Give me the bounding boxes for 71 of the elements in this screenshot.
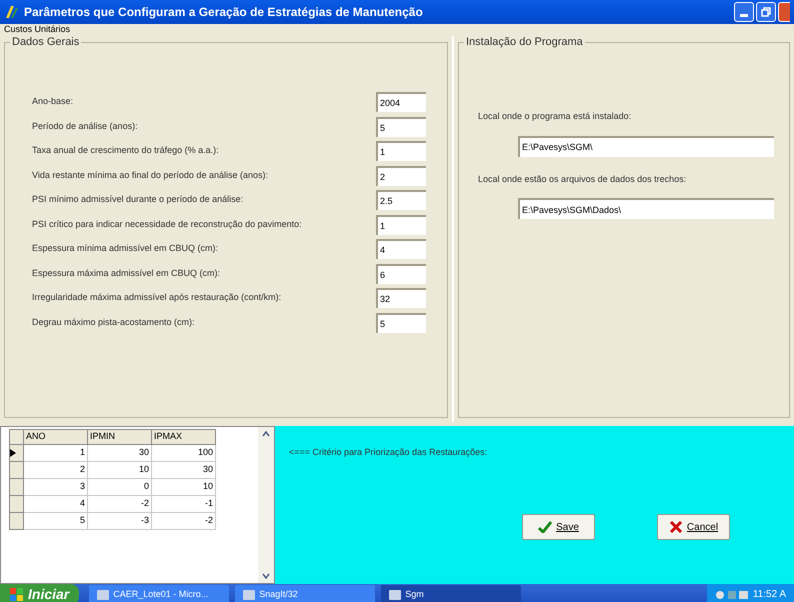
table-cell: -3 bbox=[88, 512, 152, 530]
cross-icon bbox=[668, 521, 683, 533]
input-field[interactable]: 2.5 bbox=[376, 190, 426, 210]
input-field[interactable]: 32 bbox=[376, 288, 426, 308]
taskbar-button[interactable]: Sgm bbox=[381, 585, 522, 602]
column-header: IPMIN bbox=[88, 430, 152, 444]
clock: 11:52 A bbox=[752, 588, 786, 602]
restore-icon bbox=[761, 7, 771, 17]
table-cell: 0 bbox=[88, 478, 152, 496]
table-cell: 3 bbox=[24, 478, 88, 496]
table-cell: 1 bbox=[24, 444, 88, 462]
windows-flag-icon bbox=[10, 588, 24, 602]
field-label: Local onde o programa está instalado: bbox=[478, 110, 632, 123]
table-cell: 30 bbox=[152, 462, 216, 478]
field-label: Ano-base: bbox=[32, 95, 74, 108]
table-cell: 4 bbox=[24, 496, 88, 512]
save-button[interactable]: Save bbox=[522, 514, 595, 540]
column-header: IPMAX bbox=[152, 430, 216, 444]
taskbar-button[interactable]: SnagIt/32 bbox=[235, 585, 376, 602]
start-button[interactable]: Iniciar bbox=[0, 584, 80, 602]
field-label: Espessura máxima admissível em CBUQ (cm): bbox=[32, 266, 220, 280]
app-icon bbox=[4, 4, 20, 20]
input-field[interactable]: 5 bbox=[376, 116, 426, 136]
row-header bbox=[10, 430, 24, 444]
menu-item[interactable]: Custos Unitários bbox=[4, 23, 70, 37]
group-title: Instalação do Programa bbox=[464, 36, 585, 48]
maximize-button[interactable] bbox=[756, 2, 776, 22]
table-cell: -1 bbox=[152, 496, 216, 512]
window-icon bbox=[243, 590, 256, 600]
input-field[interactable]: 6 bbox=[376, 264, 426, 284]
input-field[interactable]: 4 bbox=[376, 239, 426, 259]
table-cell: 5 bbox=[24, 512, 88, 530]
field-label: Espessura mínima admissível em CBUQ (cm): bbox=[32, 242, 218, 256]
field-label: Taxa anual de crescimento do tráfego (% a.a.): bbox=[32, 144, 219, 158]
group-title: Dados Gerais bbox=[10, 36, 82, 48]
input-field[interactable]: E:\Pavesys\SGM\Dados\ bbox=[518, 198, 774, 219]
scrollbar[interactable] bbox=[258, 427, 274, 583]
taskbar-button[interactable]: CAER_Lote01 - Micro... bbox=[89, 585, 230, 602]
checkmark-icon bbox=[538, 521, 552, 533]
table-cell: 10 bbox=[152, 478, 216, 496]
field-label: Degrau máximo pista-acostamento (cm): bbox=[32, 316, 195, 329]
minimize-button[interactable] bbox=[734, 2, 754, 22]
window-title: Parâmetros que Configuram a Geração de Estratégias de Manutenção bbox=[24, 4, 423, 21]
input-field[interactable]: 2004 bbox=[376, 92, 426, 112]
row-indicator[interactable] bbox=[10, 444, 24, 462]
field-label: Vida restante mínima ao final do período de análise (anos): bbox=[32, 168, 268, 182]
field-label: Período de análise (anos): bbox=[32, 120, 138, 133]
table-cell: -2 bbox=[152, 512, 216, 530]
column-header: ANO bbox=[24, 430, 88, 444]
field-label: PSI mínimo admissível durante o período de análise: bbox=[32, 193, 244, 206]
table-cell: 2 bbox=[24, 462, 88, 478]
field-label: PSI crítico para indicar necessidade de reconstrução do pavimento: bbox=[32, 218, 302, 231]
table-cell: 100 bbox=[152, 444, 216, 462]
field-label: Local onde estão os arquivos de dados dos trechos: bbox=[478, 172, 688, 186]
input-field[interactable]: 1 bbox=[376, 214, 426, 234]
minimize-icon bbox=[740, 14, 748, 17]
input-field[interactable]: 5 bbox=[376, 312, 426, 332]
table-cell: -2 bbox=[88, 496, 152, 512]
window-icon bbox=[97, 590, 110, 600]
table-cell: 30 bbox=[88, 444, 152, 462]
field-label: Irregularidade máxima admissível após restauração (cont/km): bbox=[32, 291, 282, 304]
criteria-label: <=== Critério para Priorização das Restaurações: bbox=[289, 446, 488, 459]
tray-icons bbox=[714, 588, 749, 600]
close-button[interactable] bbox=[778, 2, 790, 22]
input-field[interactable]: E:\Pavesys\SGM\ bbox=[518, 136, 774, 156]
input-field[interactable]: 1 bbox=[376, 141, 426, 161]
window-icon bbox=[389, 590, 402, 600]
input-field[interactable]: 2 bbox=[376, 166, 426, 186]
cancel-button[interactable]: Cancel bbox=[657, 514, 730, 540]
table-cell: 10 bbox=[88, 462, 152, 478]
current-row-icon bbox=[10, 449, 16, 457]
